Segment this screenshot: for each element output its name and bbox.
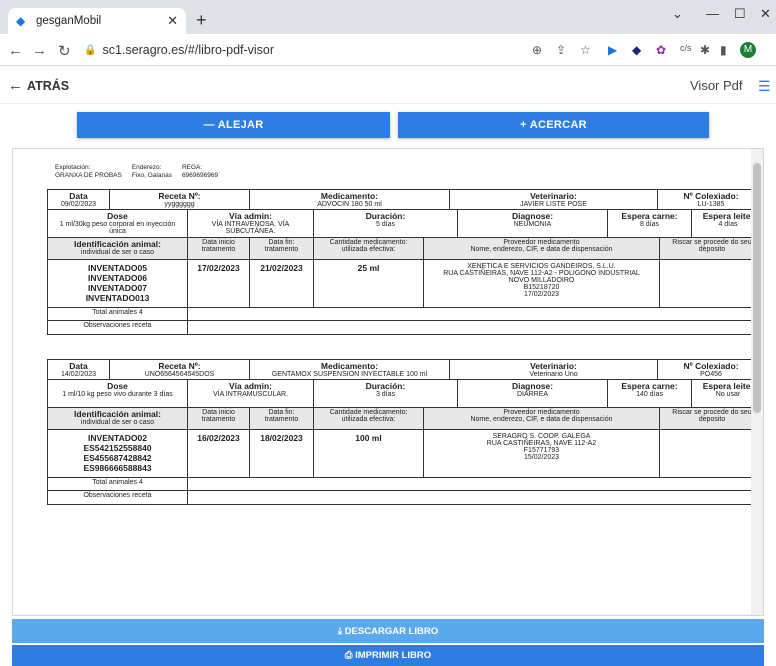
avatar[interactable]: M — [740, 42, 756, 58]
farm-header: Explotación: GRANXA DE PROBAS Enderezo: Fi… — [55, 164, 218, 179]
back-label: ATRÁS — [27, 79, 70, 93]
prescription-record: Data 09/02/2023 Receta Nº: yygggggg Medica… — [47, 189, 763, 335]
download-book-button[interactable]: ⤓ DESCARGAR LIBRO — [12, 619, 764, 643]
pdf-viewer[interactable]: Explotación: GRANXA DE PROBAS Enderezo: Fi… — [12, 148, 764, 616]
extension-icon[interactable]: c/s — [680, 43, 692, 53]
site-favicon-icon: ◆ — [16, 14, 26, 28]
back-button[interactable]: ← ATRÁS — [8, 77, 69, 94]
extension-icon[interactable]: ◆ — [632, 43, 641, 57]
enderezo: Enderezo: Fixo, Galanas — [131, 164, 172, 179]
address-bar-row: ← → ↻ 🔒 sc1.seragro.es/#/libro-pdf-visor… — [0, 34, 776, 66]
page-title: Visor Pdf — [690, 78, 743, 93]
chevron-down-icon[interactable]: ⌄ — [672, 6, 683, 22]
reload-icon[interactable]: ↻ — [58, 42, 71, 60]
url-text: sc1.seragro.es/#/libro-pdf-visor — [102, 43, 275, 57]
url-field[interactable]: 🔒 sc1.seragro.es/#/libro-pdf-visor — [84, 38, 414, 62]
star-icon[interactable]: ☆ — [580, 43, 591, 57]
sidepanel-icon[interactable]: ▮ — [720, 43, 727, 57]
puzzle-icon[interactable]: ✱ — [700, 43, 710, 57]
install-icon[interactable]: ⊕ — [532, 43, 542, 57]
zoom-out-button[interactable]: — ALEJAR — [77, 112, 390, 138]
browser-tab-bar: ◆ gesganMobil ✕ + ⌄ — ☐ ✕ — [0, 0, 776, 34]
extension-icon[interactable]: ▶ — [608, 43, 617, 57]
prescription-record: Data 14/02/2023 Receta Nº: UNO6564564545DO… — [47, 359, 763, 505]
maximize-icon[interactable]: ☐ — [734, 6, 746, 22]
close-tab-icon[interactable]: ✕ — [167, 13, 178, 29]
back-arrow-icon[interactable]: ← — [8, 42, 23, 59]
scrollbar-thumb[interactable] — [753, 163, 761, 413]
new-tab-icon[interactable]: + — [196, 10, 207, 31]
menu-icon[interactable]: ☰ — [758, 78, 771, 95]
tab-title: gesganMobil — [36, 15, 102, 27]
lock-icon: 🔒 — [84, 44, 97, 56]
viewer-scrollbar[interactable] — [751, 149, 763, 615]
print-book-button[interactable]: ⎙ IMPRIMIR LIBRO — [12, 645, 764, 666]
zoom-in-button[interactable]: + ACERCAR — [398, 112, 709, 138]
browser-tab[interactable]: ◆ gesganMobil ✕ — [8, 8, 186, 34]
forward-arrow-icon[interactable]: → — [32, 42, 47, 59]
share-icon[interactable]: ⇪ — [556, 43, 566, 57]
app-header: ← ATRÁS Visor Pdf ☰ — [0, 66, 776, 104]
close-window-icon[interactable]: ✕ — [760, 6, 771, 22]
extension-icon[interactable]: ✿ — [656, 43, 666, 57]
arrow-left-icon: ← — [8, 77, 23, 94]
minimize-icon[interactable]: — — [706, 6, 719, 21]
explotacion: Explotación: GRANXA DE PROBAS — [55, 164, 122, 179]
rega: REGA: 6969696969 — [181, 164, 219, 179]
